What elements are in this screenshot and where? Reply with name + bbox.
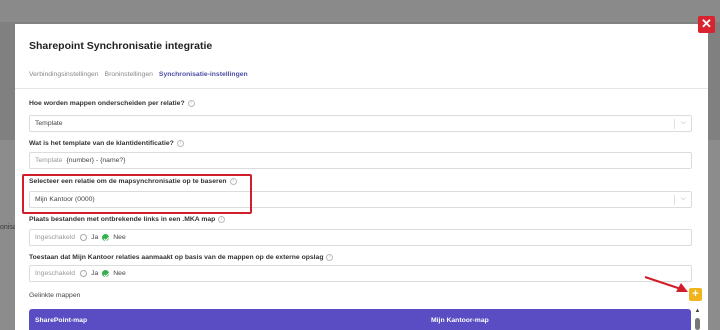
template-input[interactable]: Template {number} - {name?} — [29, 152, 692, 169]
close-button[interactable]: ✕ — [698, 16, 715, 33]
allow-relations-radio-group: Ingeschakeld Ja Nee — [29, 265, 692, 282]
linked-folders-label-text: Gelinkte mappen — [29, 292, 81, 299]
radio-yes[interactable] — [80, 234, 88, 241]
broken-links-radio-group: Ingeschakeld Ja Nee — [29, 229, 692, 246]
column-mijn-kantoor-map: Mijn Kantoor-map — [431, 317, 489, 324]
info-icon[interactable]: i — [218, 216, 226, 223]
tab-connection-settings[interactable]: Verbindingsinstellingen — [29, 71, 99, 78]
allow-relations-label: Toestaan dat Mijn Kantoor relaties aanma… — [29, 254, 334, 261]
linked-folders-label: Gelinkte mappen — [29, 292, 80, 299]
tab-sync-settings[interactable]: Synchronisatie-instellingen — [159, 71, 248, 78]
allow-relations-label-text: Toestaan dat Mijn Kantoor relaties aanma… — [29, 254, 324, 261]
radio-yes-label: Ja — [91, 270, 99, 277]
column-sharepoint-map: SharePoint-map — [35, 317, 88, 324]
radio-yes-label: Ja — [91, 234, 99, 241]
radio-no[interactable] — [102, 270, 110, 277]
broken-links-label: Plaats bestanden met ontbrekende links i… — [29, 216, 226, 223]
radio-no-label: Nee — [113, 270, 126, 277]
radio-yes[interactable] — [80, 270, 88, 277]
radio-no-label: Nee — [113, 234, 126, 241]
scrollbar-thumb[interactable] — [695, 318, 700, 330]
allow-relations-prefix: Ingeschakeld — [35, 270, 76, 277]
highlight-box — [22, 174, 252, 214]
add-folder-button[interactable]: + — [689, 288, 702, 301]
modal-title: Sharepoint Synchronisatie integratie — [29, 40, 213, 52]
select-separator — [674, 195, 675, 205]
select-separator — [674, 119, 675, 129]
template-label: Wat is het template van de klantidentifi… — [29, 140, 184, 147]
template-label-text: Wat is het template van de klantidentifi… — [29, 140, 174, 147]
background-topbar — [0, 0, 720, 22]
scroll-up-icon[interactable]: ▲ — [694, 308, 701, 314]
info-icon[interactable]: i — [176, 140, 184, 147]
template-prefix: Template — [35, 157, 63, 164]
background-right-panel — [708, 140, 720, 330]
template-input-content: Template {number} - {name?} — [35, 157, 125, 164]
red-arrow-icon — [644, 275, 688, 292]
separation-value: Template — [35, 120, 63, 127]
separation-label: Hoe worden mappen onderscheiden per rela… — [29, 100, 195, 107]
template-value: {number} - {name?} — [66, 157, 126, 164]
separation-select[interactable]: Template ⌵ — [29, 115, 692, 132]
tab-bar: Verbindingsinstellingen Broninstellingen… — [29, 71, 248, 78]
integration-modal: Sharepoint Synchronisatie integratie Ver… — [15, 24, 708, 330]
linked-folders-table-header: SharePoint-map Mijn Kantoor-map — [29, 309, 691, 330]
chevron-down-icon: ⌵ — [680, 195, 686, 202]
broken-links-prefix: Ingeschakeld — [35, 234, 76, 241]
broken-links-label-text: Plaats bestanden met ontbrekende links i… — [29, 216, 216, 223]
tab-source-settings[interactable]: Broninstellingen — [105, 71, 153, 78]
chevron-down-icon: ⌵ — [680, 119, 686, 126]
separation-label-text: Hoe worden mappen onderscheiden per rela… — [29, 100, 185, 107]
tab-divider — [15, 88, 708, 89]
info-icon[interactable]: i — [187, 100, 195, 107]
radio-no[interactable] — [102, 234, 110, 241]
info-icon[interactable]: i — [326, 254, 334, 261]
